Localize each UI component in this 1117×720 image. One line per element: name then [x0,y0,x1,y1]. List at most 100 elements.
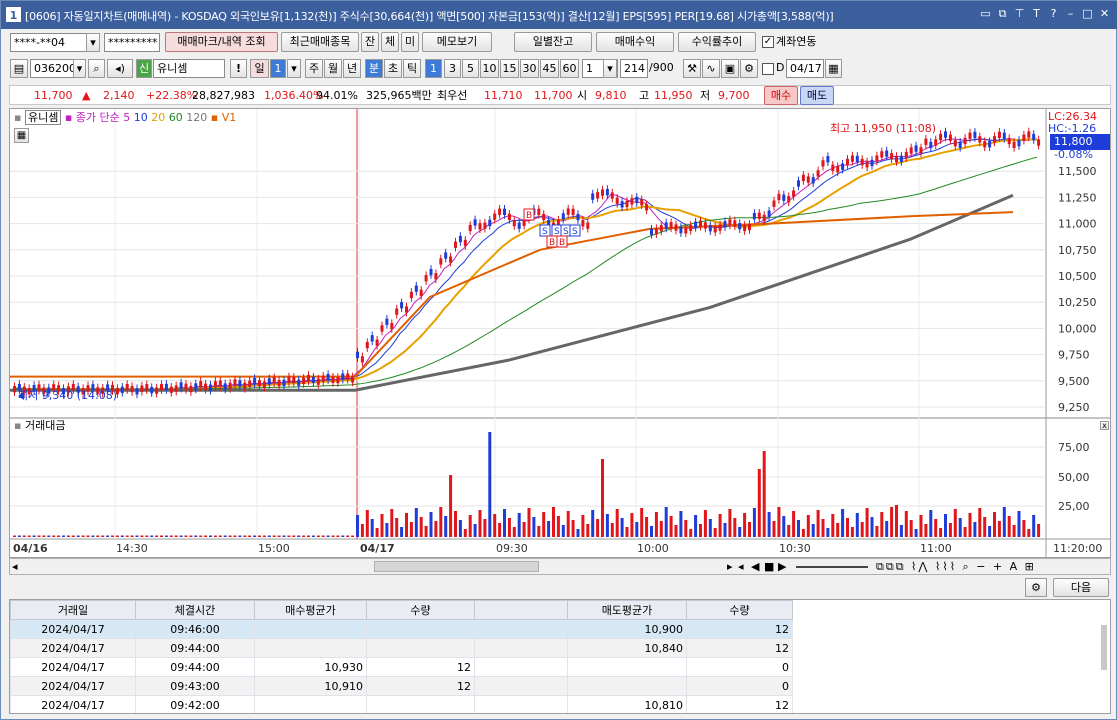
account-dropdown-icon[interactable]: ▾ [86,33,100,52]
column-header[interactable]: 수량 [366,600,475,620]
table-row[interactable]: 2024/04/17 09:43:00 10,910 12 0 [10,676,793,696]
play-icon[interactable]: ▶ [778,559,786,574]
candle-body [924,138,928,145]
volume-bar [650,526,653,537]
date-field[interactable]: 04/17 [786,59,824,78]
trade-profit-button[interactable]: 매매수익 [596,32,674,52]
chart-tools-icons[interactable]: ⧉⧉⧉ ⌇⋀ ⌇⌇⌇ ⌕ − + A ⊞ [876,559,1036,574]
volume-bar [640,508,644,537]
search-icon[interactable]: ⌕ [88,59,105,78]
tick-button[interactable]: 틱 [403,59,421,78]
minimize-icon[interactable]: – [1063,6,1078,22]
speaker-icon[interactable]: ◂) [107,59,133,78]
link-checkbox[interactable]: ✓ [762,36,774,48]
column-header[interactable]: 매수평균가 [254,600,367,620]
period-10[interactable]: 10 [480,59,499,78]
copy-icon[interactable]: ⧉ [995,6,1010,22]
volume-bar [111,535,114,537]
year-button[interactable]: 년 [343,59,361,78]
legend-stock-name[interactable]: 유니셈 [24,110,62,125]
volume-bar [331,535,335,537]
period-1[interactable]: 1 [425,59,442,78]
period-3[interactable]: 3 [444,59,461,78]
pin-icon[interactable]: ⊤ [1012,6,1027,22]
table-row[interactable]: 2024/04/17 09:44:00 10,930 12 0 [10,657,793,677]
day-dropdown-icon[interactable]: ▾ [287,59,301,78]
column-header[interactable]: 매도평균가 [567,600,687,620]
code-dropdown-icon[interactable]: ▾ [73,59,86,78]
font-icon[interactable]: T [1029,6,1044,22]
column-header[interactable]: 거래일 [10,600,136,620]
tools-icon[interactable]: ⚒ [683,59,701,78]
draw-icon[interactable]: ∿ [702,59,720,78]
zoom-slider[interactable] [796,566,868,568]
profit-rate-button[interactable]: 수익률추이 [678,32,756,52]
price-chart[interactable]: BSSSSBB 11,500 11,250 11,000 10,750 10,500 10… [9,108,1111,558]
high-price: 11,950 [654,89,693,102]
column-header[interactable]: 체결시간 [135,600,255,620]
period-15[interactable]: 15 [500,59,519,78]
grid-settings-icon[interactable]: ⚙ [1025,578,1047,597]
bar-count-field[interactable]: 214 [620,59,648,78]
period-dropdown-icon[interactable]: ▾ [603,59,617,78]
table-scrollbar[interactable] [1101,625,1107,670]
settings-icon[interactable]: ⚙ [740,59,758,78]
candle-body [390,323,394,330]
candle-body [571,208,575,216]
period-45[interactable]: 45 [540,59,559,78]
table-cell: 10,910 [254,676,367,696]
balance-button[interactable]: 잔 [361,32,379,52]
period-5[interactable]: 5 [462,59,479,78]
minute-button[interactable]: 분 [365,59,383,78]
candle-body [277,380,281,387]
day-count-field[interactable]: 1 [270,59,286,78]
candle-body [253,378,257,385]
volume-bar [909,520,913,537]
sell-button[interactable]: 매도 [800,86,834,105]
candle-body [870,159,874,167]
month-button[interactable]: 월 [324,59,342,78]
volume-close-icon[interactable]: x [1100,421,1109,430]
help-icon[interactable]: ? [1046,6,1061,22]
daily-balance-button[interactable]: 일별잔고 [514,32,592,52]
column-header[interactable] [474,600,568,620]
play-back-fast-icon[interactable]: ◀ [751,559,759,574]
unfilled-button[interactable]: 미 [401,32,419,52]
stock-name-field[interactable]: 유니셈 [153,59,225,78]
table-row[interactable]: 2024/04/17 09:42:00 10,810 12 [10,695,793,713]
recent-trades-button[interactable]: 최근매매종목 [281,32,359,52]
mark-query-button[interactable]: 매매마크/내역 조회 [165,32,278,52]
memo-button[interactable]: 메모보기 [422,32,492,52]
grid-toggle-icon[interactable]: ▦ [14,128,29,143]
calendar-icon[interactable]: ▦ [825,59,842,78]
buy-button[interactable]: 매수 [764,86,798,105]
alert-icon[interactable]: ! [230,59,247,78]
second-button[interactable]: 초 [384,59,402,78]
column-header[interactable]: 수량 [686,600,793,620]
stock-search-icon[interactable]: ▤ [10,59,28,78]
restore-icon[interactable]: ▭ [978,6,993,22]
play-back-icon[interactable]: ◂ [738,559,744,574]
candle-body [850,155,854,162]
scroll-right-icon[interactable]: ▸ [727,559,733,574]
next-button[interactable]: 다음 [1053,578,1109,597]
week-button[interactable]: 주 [305,59,323,78]
save-icon[interactable]: ▣ [721,59,739,78]
chart-canvas[interactable]: BS S S SB B 11,50011,25011,00010,75010,50010… [10,109,1111,558]
close-icon[interactable]: ✕ [1097,6,1112,22]
candle-body [140,385,144,392]
volume-bar [512,527,516,537]
table-row[interactable]: 2024/04/17 09:46:00 10,900 12 [10,619,793,639]
scroll-thumb[interactable] [374,561,539,572]
period-30[interactable]: 30 [520,59,539,78]
date-checkbox[interactable] [762,63,774,75]
password-field[interactable]: ********* [104,33,160,52]
day-button[interactable]: 일 [250,59,269,78]
candle-body [650,228,653,235]
scroll-left-icon[interactable]: ◂ [12,559,18,574]
stop-icon[interactable]: ■ [764,559,774,574]
maximize-icon[interactable]: □ [1080,6,1095,22]
period-60[interactable]: 60 [560,59,579,78]
table-row[interactable]: 2024/04/17 09:44:00 10,840 12 [10,638,793,658]
fill-button[interactable]: 체 [381,32,399,52]
